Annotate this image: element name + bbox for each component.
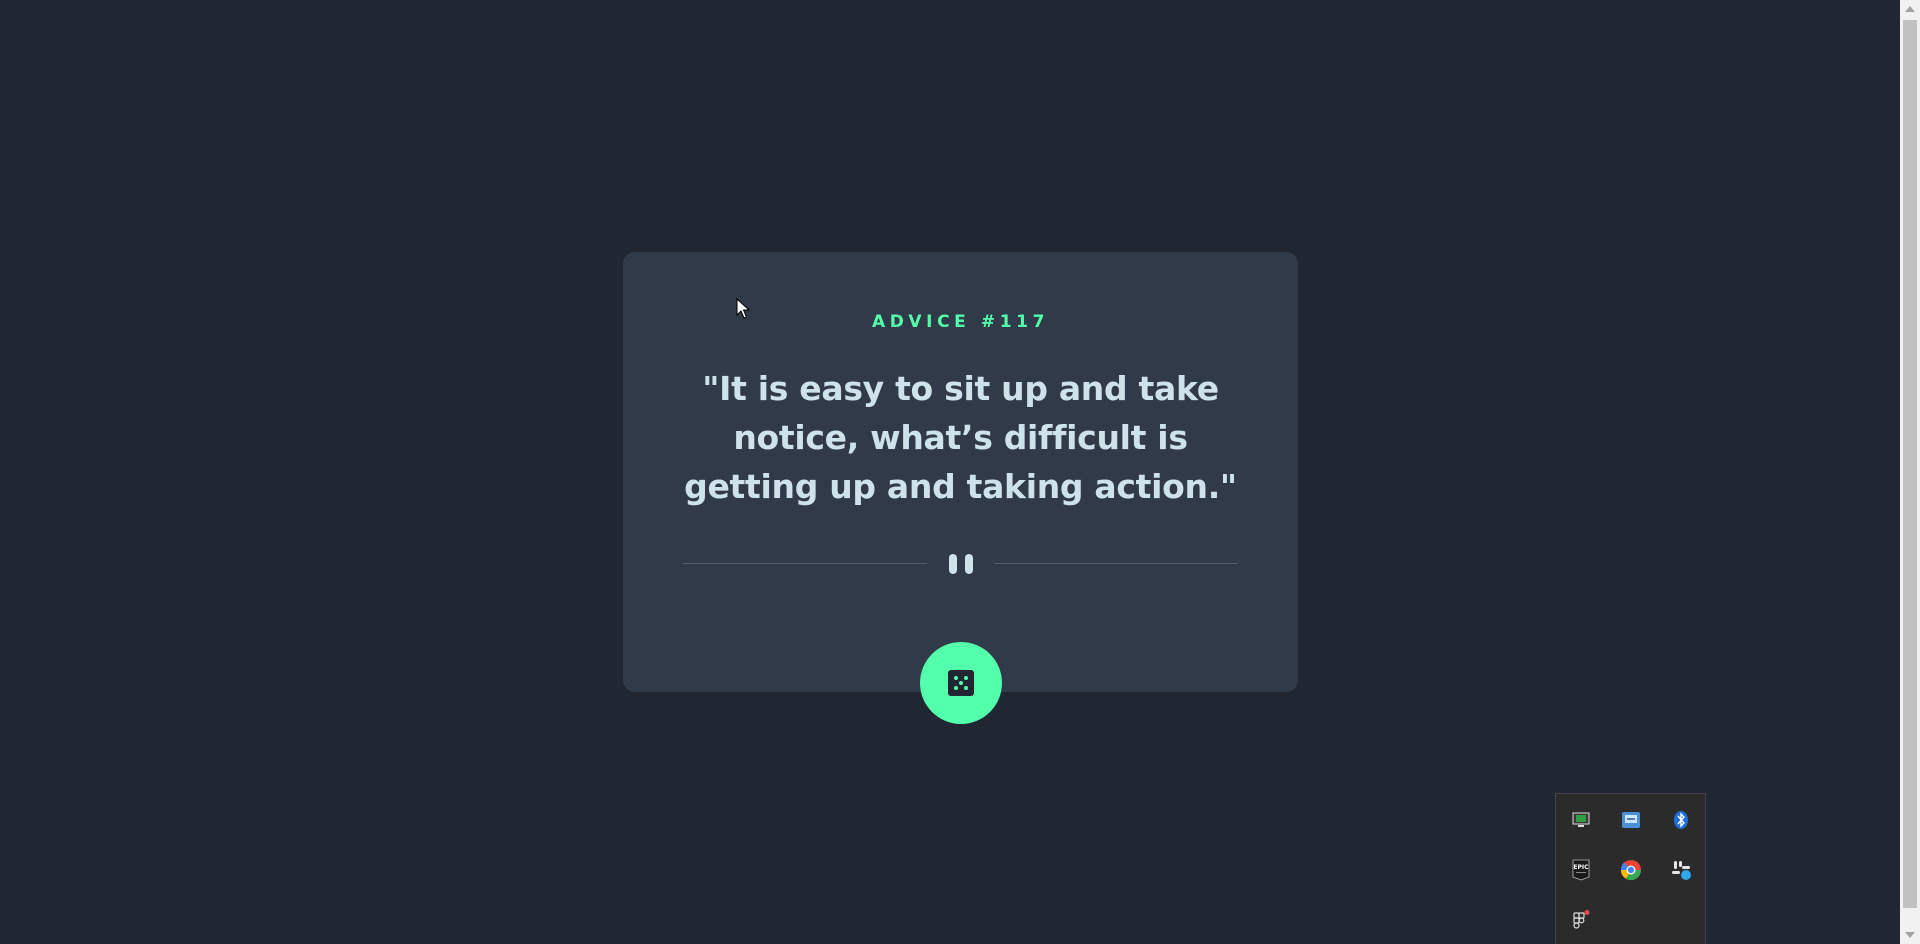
divider-line-left xyxy=(683,563,927,564)
dice-icon xyxy=(947,670,974,696)
network-app-icon[interactable] xyxy=(1619,808,1643,832)
svg-text:EPIC: EPIC xyxy=(1573,864,1589,871)
chrome-like-icon[interactable] xyxy=(1619,858,1643,882)
divider-line-right xyxy=(994,563,1238,564)
new-advice-button[interactable] xyxy=(919,642,1002,724)
advice-id-label: ADVICE #117 xyxy=(871,312,1050,332)
advice-quote: "It is easy to sit up and take notice, w… xyxy=(684,369,1237,506)
scroll-down-arrow-icon[interactable] xyxy=(1905,932,1915,938)
pattern-divider xyxy=(683,554,1238,574)
advice-card: ADVICE #117 "It is easy to sit up and ta… xyxy=(623,252,1298,724)
pause-icon xyxy=(947,554,975,574)
scrollbar-thumb[interactable] xyxy=(1903,20,1917,908)
epic-games-icon[interactable]: EPIC xyxy=(1569,858,1593,882)
system-tray-overflow: EPIC xyxy=(1555,793,1706,944)
vertical-scrollbar[interactable] xyxy=(1900,0,1920,944)
monitor-app-icon[interactable] xyxy=(1569,808,1593,832)
bluetooth-icon[interactable] xyxy=(1669,808,1693,832)
scroll-up-arrow-icon[interactable] xyxy=(1905,6,1915,12)
mouse-cursor-icon xyxy=(736,298,750,319)
figma-icon[interactable] xyxy=(1569,908,1593,932)
slack-icon[interactable] xyxy=(1669,858,1693,882)
